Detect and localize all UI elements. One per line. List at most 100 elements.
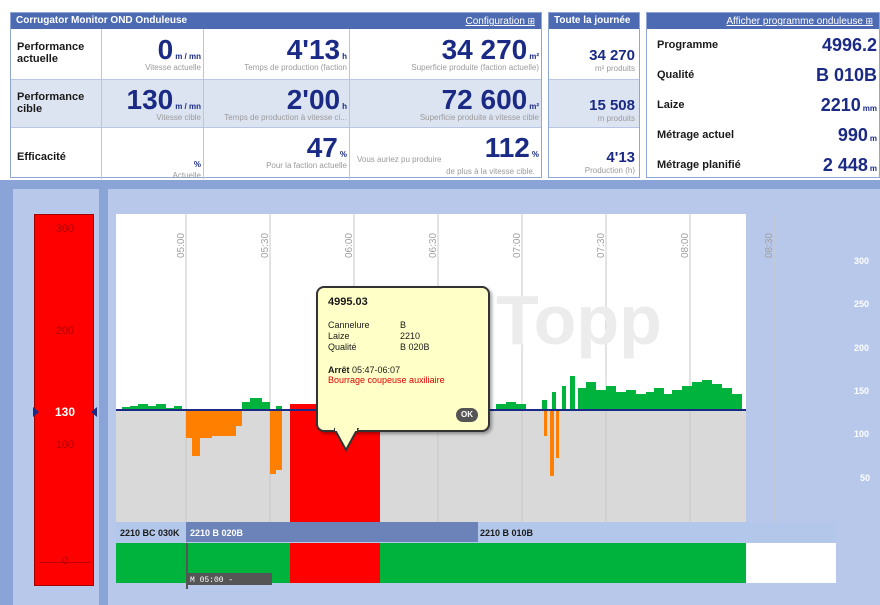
tooltip-pointer: [334, 428, 360, 453]
time-current: 4'13 h Temps de production (faction: [244, 34, 347, 73]
status-stop: [290, 543, 380, 583]
below-spike: [270, 410, 276, 474]
efficiency-potential-value: 112: [484, 132, 530, 163]
program-row: Programme 4996.2: [657, 35, 877, 55]
production-timeline-chart: 05:00 05:30 06:00 06:30 07:00 07:30 08:0…: [116, 214, 870, 589]
time-tick: 06:30: [428, 233, 439, 258]
time-tick: 05:30: [260, 233, 271, 258]
right-tick: 250: [854, 299, 869, 309]
right-tick: 50: [860, 473, 870, 483]
run-spike: [552, 392, 556, 410]
time-tick: 08:00: [680, 233, 691, 258]
panel-title: Corrugator Monitor OND Onduleuse: [16, 15, 188, 26]
below-spike: [544, 410, 547, 436]
run-spike: [562, 386, 566, 410]
row-label-target: Performance cible: [17, 91, 85, 115]
day-time: 4'13 Production (h): [584, 149, 635, 175]
efficiency-potential-note: Vous auriez pu produire: [357, 155, 442, 164]
job-label: 2210 BC 030K: [120, 528, 180, 538]
below-spike: [236, 410, 242, 426]
tooltip-field: Laize 2210: [328, 331, 421, 341]
performance-panel: Corrugator Monitor OND Onduleuse Configu…: [10, 12, 542, 180]
day-area: 34 270 m² produits: [589, 47, 635, 73]
time-tick: 07:30: [596, 233, 607, 258]
width-value: 2210: [820, 95, 861, 115]
speed-target: 130 m / mn Vitesse cible: [126, 84, 202, 123]
program-header: Afficher programme onduleuse: [647, 13, 879, 29]
below-spike: [550, 410, 554, 476]
right-axis-labels: 300 250 200 150 100 50: [854, 256, 870, 483]
efficiency-potential-note2: de plus à la vitesse cible.: [446, 167, 535, 176]
col-divider: [101, 29, 102, 179]
gauge-baseline: [39, 562, 91, 563]
program-panel: Afficher programme onduleuse Programme 4…: [646, 12, 880, 178]
configuration-link[interactable]: Configuration: [465, 13, 535, 30]
tooltip-field: Cannelure B: [328, 320, 407, 330]
day-header: Toute la journée: [549, 13, 639, 29]
shift-marker-label: M 05:00 -: [190, 576, 233, 585]
show-program-link[interactable]: Afficher programme onduleuse: [726, 13, 873, 30]
job-label: 2210 B 020B: [190, 528, 244, 538]
gauge-tick: 0: [61, 555, 69, 567]
program-value: 4996.2: [821, 35, 877, 55]
efficiency-potential: 112%: [484, 132, 539, 163]
job-label: 2210 B 010B: [480, 528, 534, 538]
time-tick: 05:00: [176, 233, 187, 258]
run-spike: [570, 376, 575, 410]
row-divider: [11, 127, 541, 128]
speed-current-value: 0: [157, 34, 174, 65]
area-target-value: 72 600: [441, 84, 528, 115]
efficiency-current: % Actuelle: [172, 160, 201, 180]
col-divider: [349, 29, 350, 179]
gauge-tick: 200: [55, 325, 75, 337]
speed-target-value: 130: [126, 84, 174, 115]
speed-current: 0m / mn Vitesse actuelle: [145, 34, 201, 73]
run-spike: [542, 400, 547, 410]
col-divider: [203, 29, 204, 179]
row-divider: [549, 127, 639, 128]
status-marker-line: [186, 543, 188, 589]
time-current-value: 4'13: [286, 34, 341, 65]
below-spike: [276, 410, 282, 470]
quality-value: B 010B: [815, 65, 877, 85]
time-target-value: 2'00: [286, 84, 341, 115]
width-row: Laize 2210 mm: [657, 95, 877, 115]
day-length: 15 508 m produits: [589, 97, 635, 123]
width-value-group: 2210 mm: [820, 95, 877, 115]
right-tick: 200: [854, 343, 869, 353]
row-label-current: Performance actuelle: [17, 41, 85, 65]
current-length-group: 990 m: [837, 125, 877, 145]
row-label-efficiency: Efficacité: [17, 151, 66, 163]
status-run: [380, 543, 746, 583]
time-tick: 08:30: [764, 233, 775, 258]
tooltip-ok-button[interactable]: OK: [456, 408, 478, 422]
tooltip-title: 4995.03: [328, 296, 368, 308]
current-length-value: 990: [837, 125, 868, 145]
tooltip-stop: Arrêt 05:47-06:07: [328, 365, 401, 375]
performance-header: Corrugator Monitor OND Onduleuse Configu…: [11, 13, 541, 29]
row-divider: [549, 79, 639, 80]
quality-row: Qualité B 010B: [657, 65, 877, 85]
planned-length-row: Métrage planifié 2 448 m: [657, 155, 877, 175]
watermark-text: Topp: [496, 281, 662, 359]
efficiency-shift-value: 47: [306, 132, 338, 163]
tooltip-reason: Bourrage coupeuse auxiliaire: [328, 375, 445, 385]
current-length-row: Métrage actuel 990 m: [657, 125, 877, 145]
right-tick: 300: [854, 256, 869, 266]
below-spike: [556, 410, 559, 458]
time-target: 2'00 h Temps de production à vitesse ci..…: [224, 84, 347, 123]
gauge-target-marker: 130: [33, 405, 97, 419]
area-current: 34 270 m² Superficie produite (faction ac…: [411, 34, 539, 73]
gauge-tick: 300: [55, 223, 75, 235]
day-panel: Toute la journée 34 270 m² produits 15 5…: [548, 12, 640, 178]
right-tick: 100: [854, 429, 869, 439]
tooltip-field: Qualité B 020B: [328, 342, 430, 352]
area-current-value: 34 270: [441, 34, 528, 65]
right-tick: 150: [854, 386, 869, 396]
planned-length-group: 2 448 m: [822, 155, 877, 175]
row-divider: [11, 79, 541, 80]
planned-length-value: 2 448: [822, 155, 868, 175]
marker-right-arrow-icon: [91, 407, 97, 417]
stop-tooltip: 4995.03 Cannelure B Laize 2210 Qualité B 02…: [316, 286, 490, 432]
area-target: 72 600 m² Superficie produite à vitesse c…: [419, 84, 539, 123]
